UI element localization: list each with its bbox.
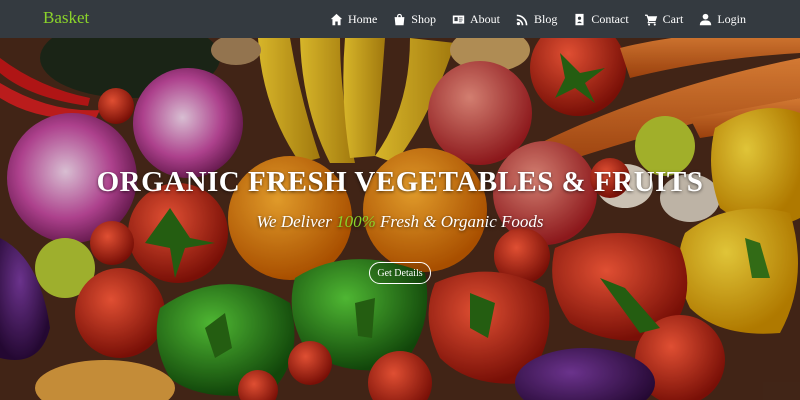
nav-item-shop[interactable]: Shop [393, 12, 436, 27]
nav-item-label: Cart [662, 11, 684, 26]
hero-subtitle-accent: 100% [336, 212, 376, 231]
home-icon [330, 13, 343, 25]
hero-title: ORGANIC FRESH VEGETABLES & FRUITS [96, 166, 704, 198]
nav-item-contact[interactable]: Contact [573, 11, 629, 27]
nav-item-home[interactable]: Home [330, 12, 377, 27]
main-nav: Home Shop About Blog Contact Cart Login [330, 0, 746, 38]
hero-subtitle: We Deliver 100% Fresh & Organic Foods [0, 212, 800, 232]
nav-item-label: Blog [533, 11, 558, 26]
get-details-button[interactable]: Get Details [369, 262, 431, 284]
nav-item-login[interactable]: Login [699, 12, 746, 27]
navbar: Basket Home Shop About Blog Contact Cart [0, 0, 800, 38]
user-icon [700, 13, 712, 25]
nav-item-about[interactable]: About [452, 12, 500, 27]
nav-item-label: About [469, 11, 500, 26]
nav-item-blog[interactable]: Blog [516, 12, 557, 27]
hero-banner: ORGANIC FRESH VEGETABLES & FRUITS We Del… [0, 38, 800, 400]
cart-icon [644, 14, 657, 26]
nav-item-label: Home [347, 11, 378, 26]
id-card-icon [452, 14, 465, 24]
address-book-icon [575, 13, 584, 25]
brand-logo[interactable]: Basket [43, 8, 89, 28]
shopping-bag-icon [394, 13, 405, 25]
nav-item-cart[interactable]: Cart [644, 11, 684, 27]
nav-item-label: Login [717, 11, 746, 26]
hero-subtitle-text: We Deliver [256, 212, 337, 231]
hero-subtitle-text: Fresh & Organic Foods [375, 212, 544, 231]
rss-icon [516, 14, 528, 25]
nav-item-label: Contact [591, 11, 629, 26]
nav-item-label: Shop [411, 11, 436, 26]
